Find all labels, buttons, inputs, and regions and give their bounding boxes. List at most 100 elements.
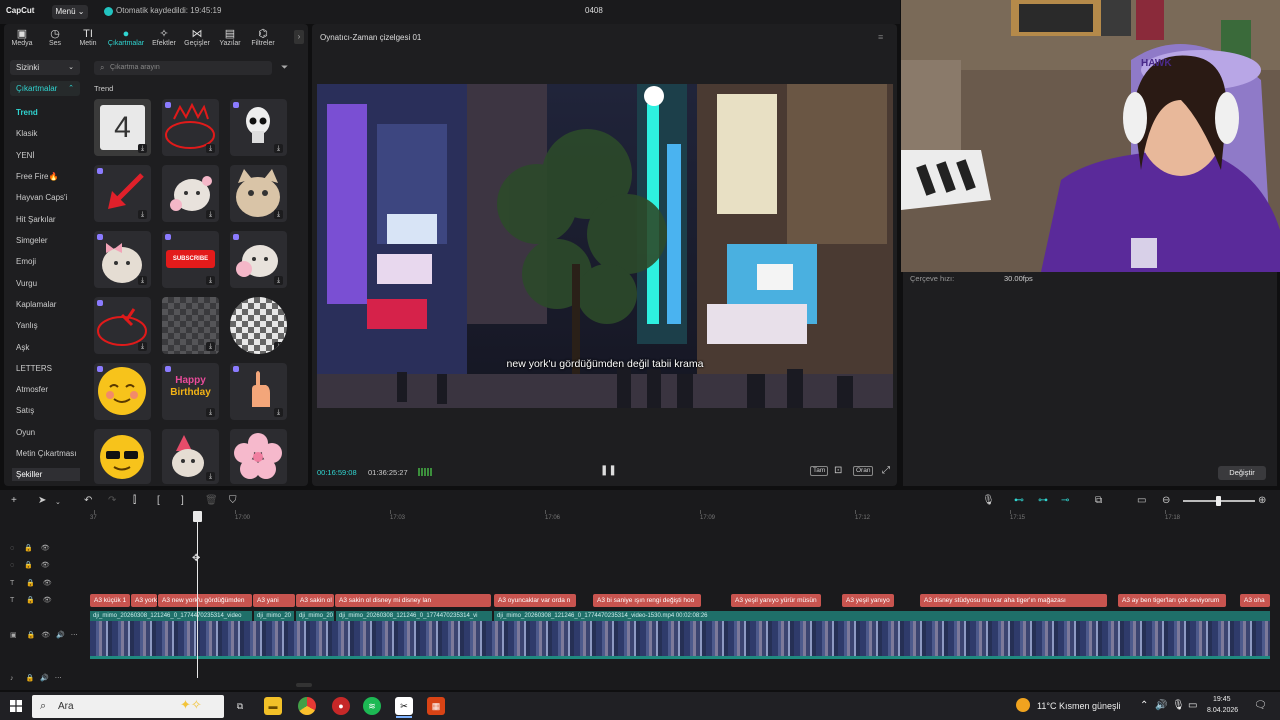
fullscreen-icon[interactable]: ⤢ <box>882 465 890 476</box>
tab-effects[interactable]: ✧ Efektler <box>147 28 181 50</box>
lock-icon[interactable]: 🔒 <box>25 675 34 682</box>
chevron-down-icon[interactable]: ⌄ <box>55 498 61 506</box>
sidebar-item-freefire[interactable]: Free Fire🔥 <box>16 172 58 181</box>
lock-icon[interactable]: 🔒 <box>26 597 35 604</box>
text-clip[interactable]: A3 new york'u gördüğümden <box>158 594 252 607</box>
lock-icon[interactable]: 🔒 <box>26 580 35 587</box>
download-icon[interactable]: ⤓ <box>206 408 215 417</box>
download-icon[interactable]: ⤓ <box>138 342 147 351</box>
sidebar-item-love[interactable]: Aşk <box>16 343 29 352</box>
video-clip-label[interactable]: dji_mimo_20260308_121246_0_1774470235314… <box>494 611 1270 621</box>
trim-left-icon[interactable]: [ <box>157 495 160 506</box>
mute-icon[interactable]: 🔊 <box>40 675 49 682</box>
sticker-pointing-hand[interactable]: ⤓ <box>230 363 287 420</box>
lock-icon[interactable]: 🔒 <box>27 632 36 639</box>
text-clip[interactable]: A3 disney stüdyosu mu var aha tiger'ın m… <box>920 594 1107 607</box>
chrome-icon[interactable] <box>298 697 316 715</box>
time-ruler[interactable]: 37 17:00 17:03 17:06 17:09 17:12 17:15 1… <box>90 510 1270 522</box>
playhead[interactable] <box>197 513 198 678</box>
mute-icon[interactable]: 🔊 <box>56 632 65 639</box>
lock-icon[interactable]: 🔒 <box>24 545 33 552</box>
trim-right-icon[interactable]: ] <box>181 495 184 506</box>
add-track-icon[interactable]: + <box>11 495 17 506</box>
tab-transitions[interactable]: ⋈ Geçişler <box>180 28 214 50</box>
sticker-happy-birthday[interactable]: Happy Birthday ⤓ <box>162 363 219 420</box>
text-clip[interactable]: A3 sakin ol disney mi disney lan <box>335 594 491 607</box>
snapshot-icon[interactable]: ⊡ <box>834 465 842 476</box>
download-icon[interactable]: ⤓ <box>274 144 283 153</box>
download-icon[interactable]: ⤓ <box>206 472 215 481</box>
zoom-out-icon[interactable]: ⊖ <box>1162 495 1170 506</box>
speaker-icon[interactable]: 🔊 <box>1155 700 1167 711</box>
video-clip-label[interactable]: dji_mimo_20 <box>296 611 334 621</box>
sticker-search-input[interactable]: Çıkartma arayın <box>94 61 272 75</box>
horizontal-scrollbar[interactable] <box>296 683 312 687</box>
download-icon[interactable]: ⤓ <box>138 144 147 153</box>
sidebar-item-highlight[interactable]: Vurgu <box>16 279 37 288</box>
app-icon[interactable]: ▦ <box>427 697 445 715</box>
text-clip[interactable]: A3 ay ben tiger'ları çok seviyorum <box>1118 594 1226 607</box>
eye-icon[interactable]: 👁 <box>43 580 52 587</box>
sidebar-item-animal-memes[interactable]: Hayvan Caps'i <box>16 193 67 202</box>
sidebar-item-shapes[interactable]: Şekiller <box>12 468 80 481</box>
task-view-icon[interactable]: ⧉ <box>231 697 249 715</box>
menu-icon[interactable]: ≡ <box>878 32 883 42</box>
sidebar-item-new[interactable]: YENİ <box>16 151 35 160</box>
zoom-slider-handle[interactable] <box>1216 496 1221 506</box>
text-clip[interactable]: A3 yeşil yanıyo <box>842 594 894 607</box>
shield-icon[interactable]: ⛉ <box>229 495 237 506</box>
link-icon[interactable]: ⊶ <box>1038 495 1048 506</box>
monitor-icon[interactable]: ▭ <box>1137 495 1146 506</box>
obs-icon[interactable]: ● <box>332 697 350 715</box>
sidebar-item-trend[interactable]: Trend <box>16 108 38 117</box>
download-icon[interactable]: ⤓ <box>206 144 215 153</box>
tab-filters[interactable]: ⌬ Filtreler <box>246 28 280 50</box>
download-icon[interactable]: ⤓ <box>206 276 215 285</box>
sidebar-item-hit-songs[interactable]: Hit Şarkılar <box>16 215 56 224</box>
sidebar-item-overlays[interactable]: Kaplamalar <box>16 300 56 309</box>
magnet-icon[interactable]: ⊷ <box>1014 495 1024 506</box>
video-clip-label[interactable]: dji_mimo_20260308_121246_0_1774470235314… <box>90 611 252 621</box>
clock-time[interactable]: 19:45 <box>1213 696 1231 703</box>
tab-media[interactable]: ▣ Medya <box>5 28 39 50</box>
sticker-mosaic-circle[interactable]: ⤓ <box>230 297 287 354</box>
sticker-subscribe[interactable]: SUBSCRIBE ⤓ <box>162 231 219 288</box>
pause-button[interactable]: ❚❚ <box>600 465 617 476</box>
sidebar-item-letters[interactable]: LETTERS <box>16 364 52 373</box>
sidebar-item-symbols[interactable]: Simgeler <box>16 236 48 245</box>
zoom-in-icon[interactable]: ⊕ <box>1258 495 1266 506</box>
text-clip[interactable]: A3 yeşil yanıyo yürür müsün <box>731 594 821 607</box>
microphone-icon[interactable]: 🎙 <box>982 495 995 506</box>
text-clip[interactable]: A3 oha <box>1240 594 1270 607</box>
text-clip[interactable]: A3 bi saniye ışın rengi değişti hoo <box>593 594 701 607</box>
video-clip-label[interactable]: dji_mimo_20 <box>254 611 294 621</box>
video-clip-thumbnails[interactable] <box>90 621 1270 659</box>
download-icon[interactable]: ⤓ <box>206 342 215 351</box>
sticker-red-crown-circle[interactable]: ⤓ <box>162 99 219 156</box>
sidebar-item-atmosphere[interactable]: Atmosfer <box>16 385 48 394</box>
download-icon[interactable]: ⤓ <box>138 276 147 285</box>
microphone-icon[interactable]: 🎙 <box>1172 700 1185 711</box>
download-icon[interactable]: ⤓ <box>138 210 147 219</box>
file-explorer-icon[interactable]: ▬ <box>264 697 282 715</box>
sticker-cat-face[interactable]: ⤓ <box>230 165 287 222</box>
download-icon[interactable]: ⤓ <box>274 342 283 351</box>
select-tool-icon[interactable]: ➤ <box>38 495 46 506</box>
redo-icon[interactable]: ↷ <box>108 495 116 506</box>
download-icon[interactable]: ⤓ <box>274 408 283 417</box>
sidebar-item-classic[interactable]: Klasik <box>16 129 37 138</box>
undo-icon[interactable]: ↶ <box>84 495 92 506</box>
category-dropdown[interactable]: Çıkartmalar ⌃ <box>10 81 80 96</box>
download-icon[interactable]: ⤓ <box>274 276 283 285</box>
menu-button[interactable]: Menü ⌄ <box>52 5 88 19</box>
spotify-icon[interactable]: ≋ <box>363 697 381 715</box>
lock-icon[interactable]: 🔒 <box>24 562 33 569</box>
download-icon[interactable]: ⤓ <box>274 210 283 219</box>
eye-icon[interactable]: 👁 <box>41 562 50 569</box>
source-dropdown[interactable]: Sizinki ⌄ <box>10 60 80 75</box>
project-name[interactable]: 0408 <box>585 6 603 15</box>
network-icon[interactable]: ▭ <box>1188 700 1197 711</box>
sidebar-item-text-sticker[interactable]: Metin Çıkartması <box>16 449 76 458</box>
full-quality-button[interactable]: Tam <box>810 466 829 476</box>
change-button[interactable]: Değiştir <box>1218 466 1266 480</box>
